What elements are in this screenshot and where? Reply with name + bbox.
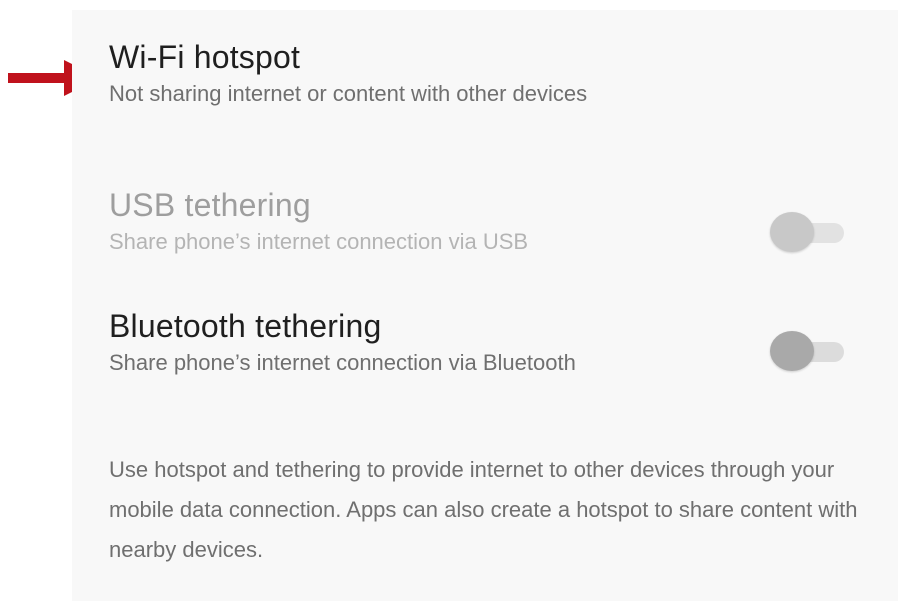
wifi-hotspot-item[interactable]: Wi-Fi hotspot Not sharing internet or co… (109, 38, 898, 108)
usb-tethering-toggle[interactable] (770, 212, 846, 252)
screen: Wi-Fi hotspot Not sharing internet or co… (0, 0, 898, 601)
toggle-thumb (770, 212, 814, 252)
tethering-footer-text: Use hotspot and tethering to provide int… (109, 457, 858, 562)
wifi-hotspot-summary: Not sharing internet or content with oth… (109, 81, 588, 106)
bluetooth-tethering-toggle[interactable] (770, 331, 846, 371)
settings-panel: Wi-Fi hotspot Not sharing internet or co… (72, 10, 898, 601)
wifi-hotspot-title: Wi-Fi hotspot (109, 39, 301, 75)
toggle-thumb (770, 331, 814, 371)
